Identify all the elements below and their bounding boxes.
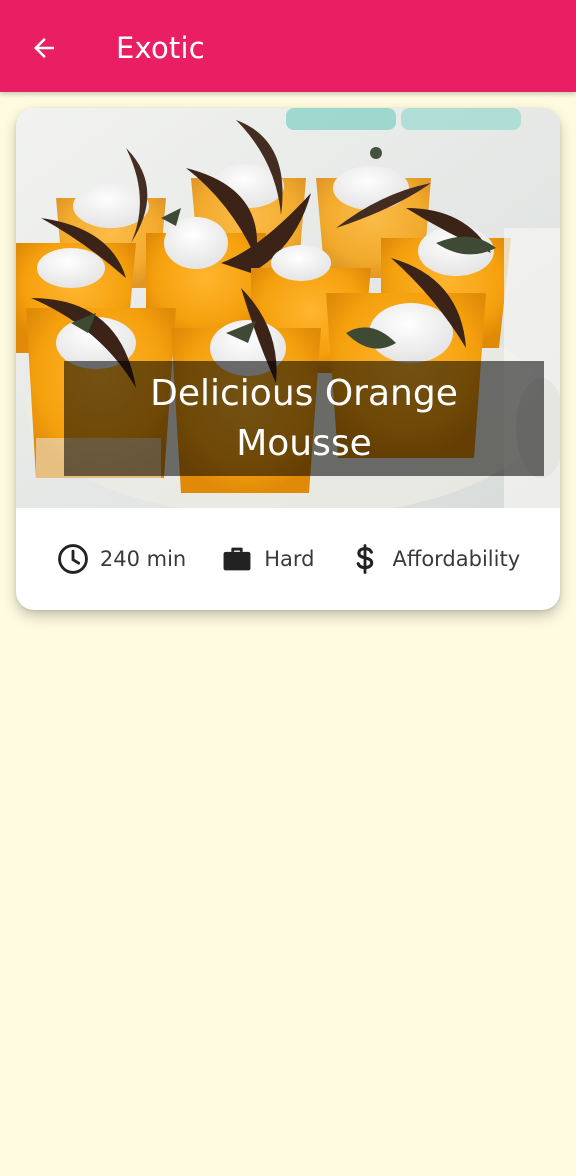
page-title: Exotic <box>116 31 205 65</box>
meal-image: Delicious Orange Mousse <box>16 108 560 508</box>
briefcase-icon <box>220 542 254 576</box>
meal-meta-row: 240 min Hard Affordability <box>16 508 560 610</box>
back-button[interactable] <box>22 26 66 70</box>
dollar-icon <box>348 542 382 576</box>
complexity-label: Hard <box>264 547 315 571</box>
arrow-left-icon <box>34 38 54 58</box>
meal-card[interactable]: Delicious Orange Mousse 240 min Hard Aff… <box>16 108 560 610</box>
complexity-info: Hard <box>220 542 314 576</box>
duration-info: 240 min <box>56 542 186 576</box>
meal-title: Delicious Orange Mousse <box>64 361 544 476</box>
affordability-label: Affordability <box>392 547 521 571</box>
clock-icon <box>56 542 90 576</box>
app-bar: Exotic <box>0 0 576 92</box>
duration-label: 240 min <box>99 547 187 571</box>
affordability-info: Affordability <box>348 542 520 576</box>
